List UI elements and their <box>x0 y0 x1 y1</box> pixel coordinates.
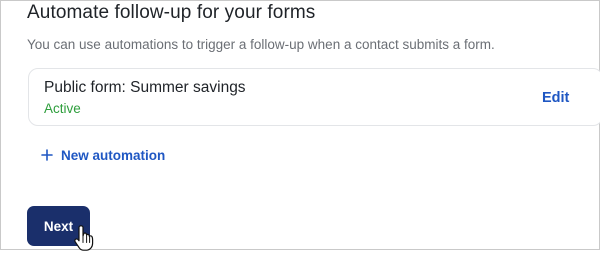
next-button[interactable]: Next <box>27 206 90 246</box>
next-button-label: Next <box>43 218 74 234</box>
automation-title: Public form: Summer savings <box>44 79 246 96</box>
section-heading: Automate follow-up for your forms <box>27 2 316 23</box>
page-frame: Automate follow-up for your forms You ca… <box>0 0 600 251</box>
new-automation-button[interactable]: New automation <box>41 145 165 165</box>
status-badge: Active <box>44 101 81 116</box>
section-description: You can use automations to trigger a fol… <box>27 37 495 52</box>
automation-card: Public form: Summer savings Active Edit <box>28 68 600 126</box>
edit-automation-link[interactable]: Edit <box>542 88 569 108</box>
plus-icon <box>41 149 53 161</box>
new-automation-label: New automation <box>61 147 166 163</box>
